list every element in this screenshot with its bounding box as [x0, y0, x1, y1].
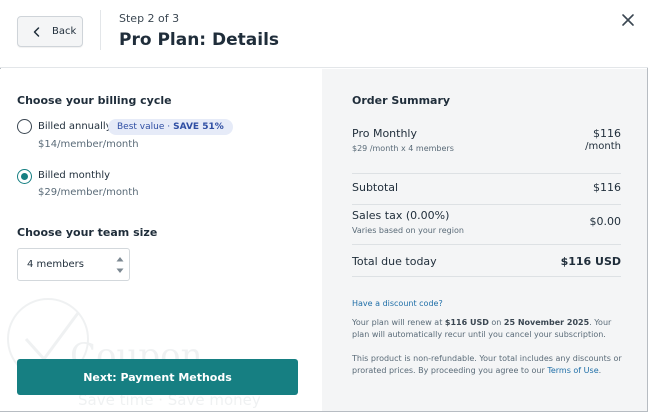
billing-cycle-heading: Choose your billing cycle [17, 94, 172, 107]
order-summary-panel: Order Summary Pro Monthly $29 /month x 4… [322, 69, 647, 411]
radio-billed-annually[interactable] [17, 119, 32, 134]
monthly-price: $29/member/month [38, 187, 139, 198]
radio-billed-monthly[interactable] [17, 169, 32, 184]
team-size-heading: Choose your team size [17, 226, 158, 239]
renewal-amount: $116 USD [444, 318, 489, 327]
team-size-value: 4 members [27, 259, 84, 270]
plan-period: /month [585, 141, 621, 152]
divider [352, 173, 621, 174]
order-summary-title: Order Summary [352, 94, 451, 107]
sales-tax-note: Varies based on your region [352, 226, 464, 235]
plan-detail: $29 /month x 4 members [352, 144, 454, 153]
plan-name: Pro Monthly [352, 127, 417, 140]
terms-of-use-link[interactable]: Terms of Use [547, 366, 598, 375]
subtotal-label: Subtotal [352, 181, 399, 194]
total-value: $116 USD [560, 255, 621, 268]
renewal-text: Your plan will renew at [352, 318, 445, 327]
divider [352, 244, 621, 245]
back-button-label: Back [52, 26, 77, 37]
sales-tax-label: Sales tax (0.00%) [352, 209, 450, 222]
sales-tax-value: $0.00 [589, 215, 622, 228]
total-label: Total due today [352, 255, 437, 268]
badge-save-text: SAVE 51% [173, 122, 224, 132]
billed-monthly-label: Billed monthly [38, 170, 111, 181]
refund-notice: This product is non-refundable. Your tot… [352, 353, 624, 377]
close-icon[interactable] [619, 11, 637, 29]
annual-price: $14/member/month [38, 139, 139, 150]
team-size-stepper[interactable]: 4 members [17, 248, 130, 281]
dialog-header: Back Step 2 of 3 Pro Plan: Details [0, 0, 648, 68]
renewal-date: 25 November 2025 [503, 318, 590, 327]
billed-annually-label: Billed annually [38, 121, 112, 132]
badge-text: Best value · [117, 122, 171, 132]
discount-code-link[interactable]: Have a discount code? [352, 299, 443, 308]
best-value-badge: Best value · SAVE 51% [108, 119, 233, 135]
subtotal-value: $116 [593, 181, 621, 194]
divider [352, 204, 621, 205]
plan-price: $116 [593, 127, 621, 140]
page-title: Pro Plan: Details [119, 30, 280, 50]
renewal-notice: Your plan will renew at $116 USD on 25 N… [352, 317, 624, 341]
divider [352, 276, 621, 277]
total-row: Total due today $116 USD [352, 255, 621, 271]
back-button[interactable]: Back [17, 16, 83, 47]
plan-line-item: Pro Monthly $29 /month x 4 members $116 … [352, 127, 621, 157]
renewal-text: on [488, 318, 504, 327]
chevron-left-icon [33, 26, 40, 37]
refund-text: . [598, 366, 602, 375]
header-divider [100, 10, 101, 50]
stepper-arrows-icon[interactable] [115, 253, 125, 277]
sales-tax-row: Sales tax (0.00%) Varies based on your r… [352, 209, 621, 239]
plan-options-panel: Choose your billing cycle Billed annuall… [0, 69, 322, 411]
subtotal-row: Subtotal $116 [352, 181, 621, 197]
next-payment-methods-button[interactable]: Next: Payment Methods [17, 359, 298, 395]
step-indicator: Step 2 of 3 [119, 12, 180, 25]
